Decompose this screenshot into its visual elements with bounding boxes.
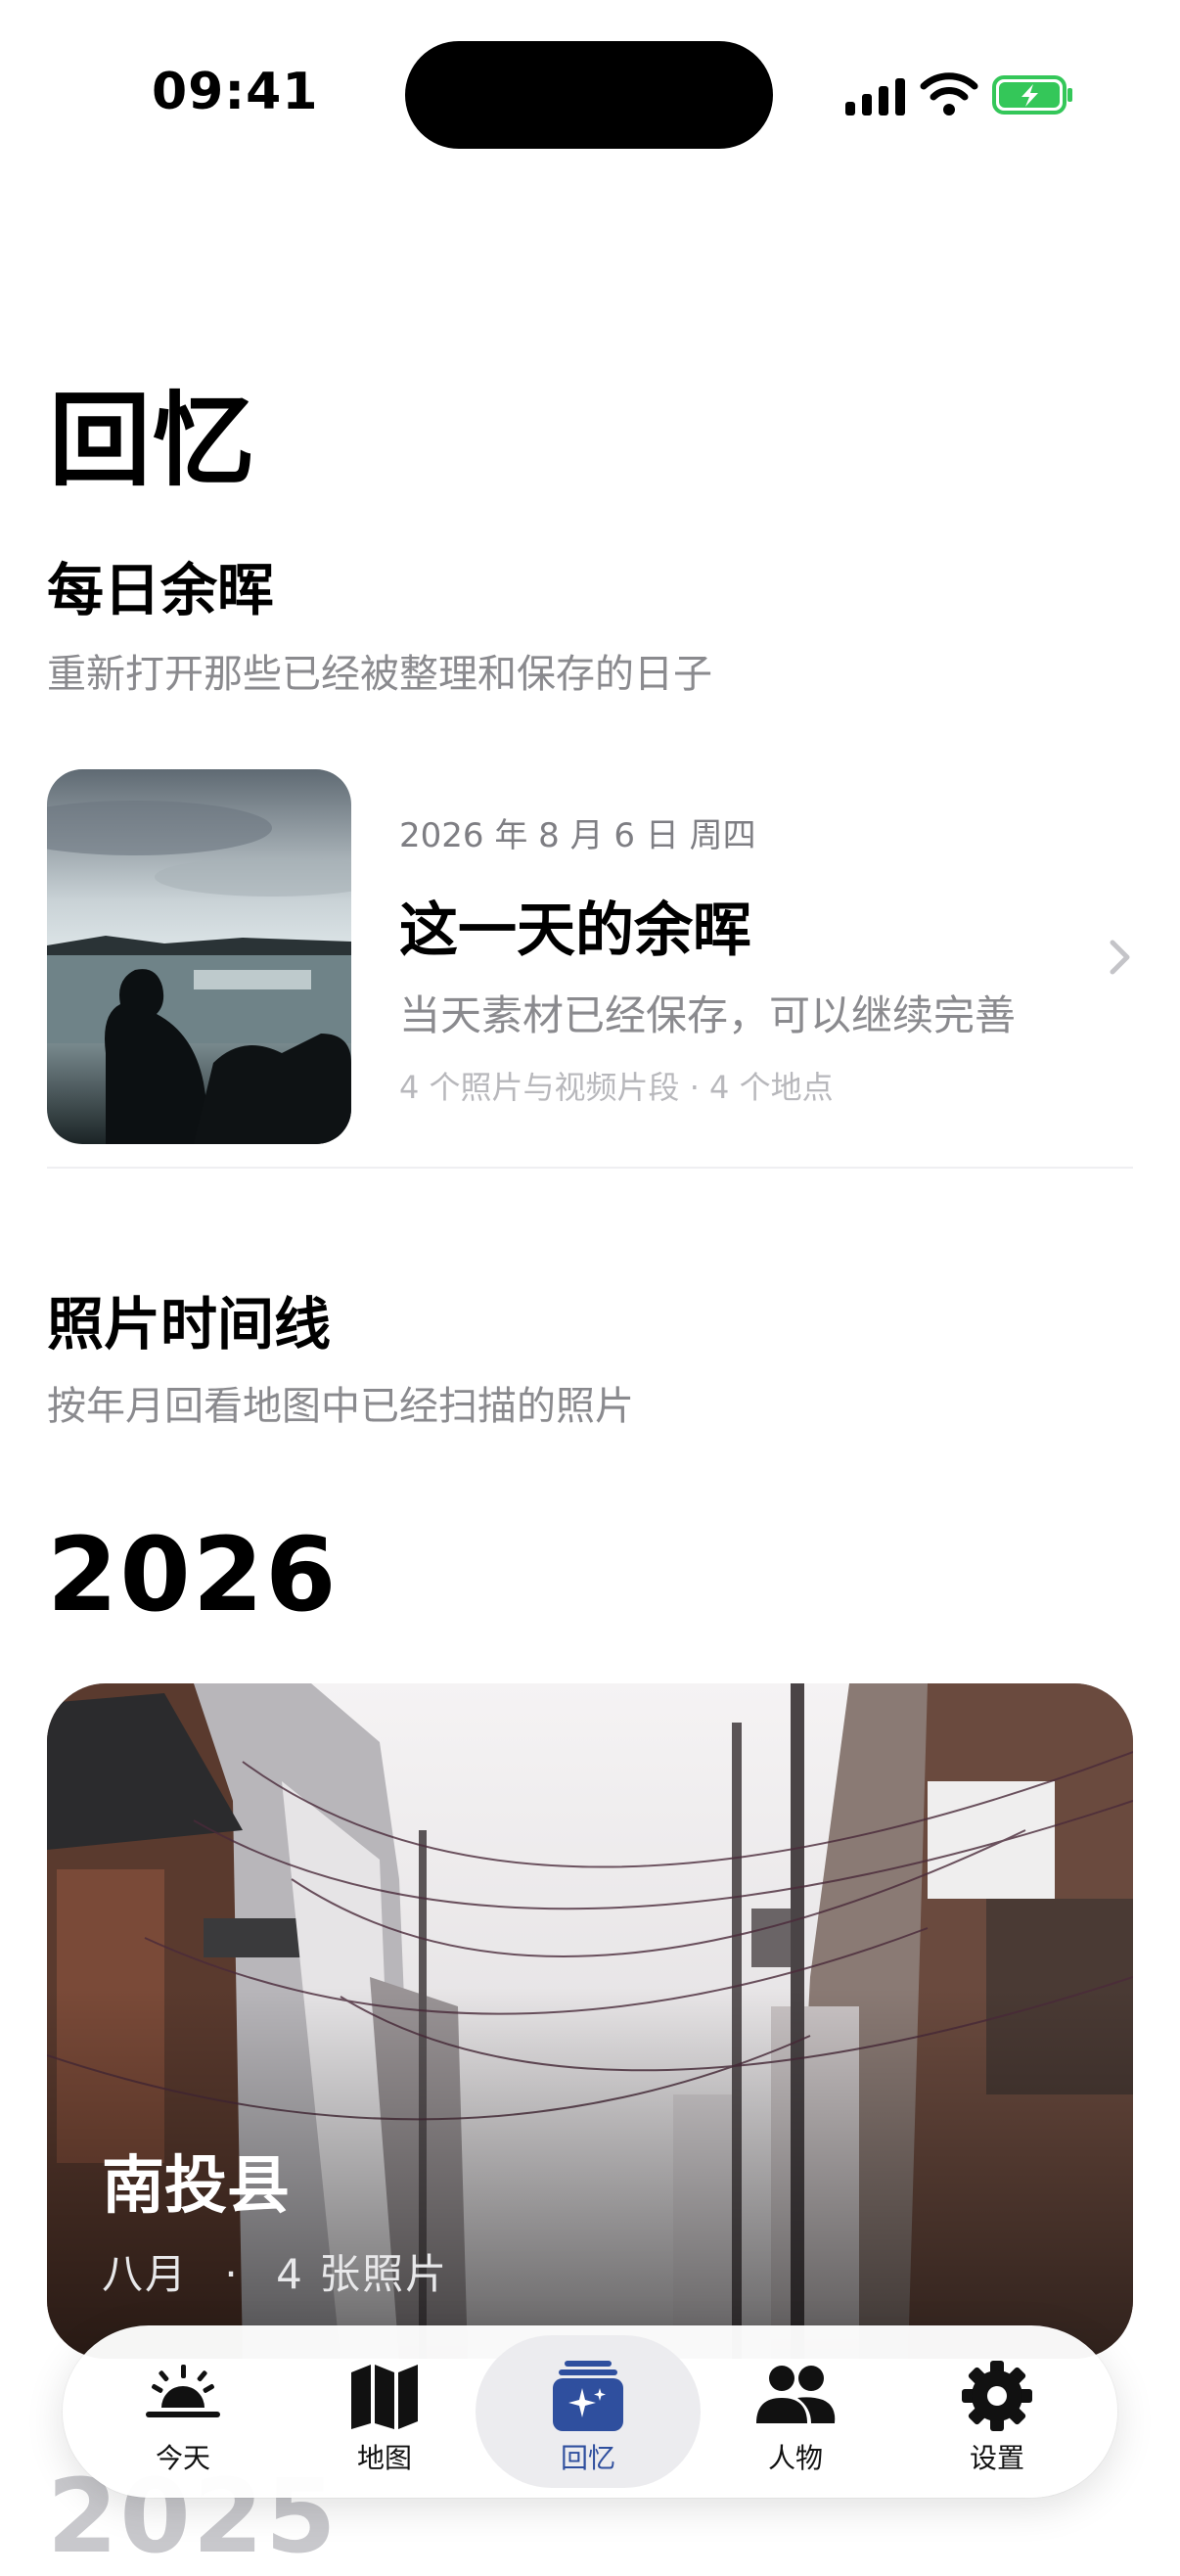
tab-label: 设置 [969, 2442, 1024, 2474]
chevron-right-icon[interactable] [1108, 938, 1133, 977]
tab-label: 今天 [155, 2442, 210, 2474]
card-photo-count: 4 张照片 [276, 2250, 449, 2298]
card-separator: · [224, 2250, 240, 2298]
wifi-icon [920, 72, 978, 115]
recap-thumbnail [47, 769, 351, 1144]
cellular-signal-icon [845, 78, 905, 115]
tab-label: 地图 [356, 2442, 412, 2474]
timeline-section-title: 照片时间线 [47, 1291, 332, 1357]
divider [47, 1167, 1133, 1169]
battery-charging-icon [992, 75, 1072, 115]
tab-memories[interactable]: 回忆 [476, 2325, 701, 2498]
dynamic-island [405, 41, 773, 149]
card-place-title: 南投县 [102, 2150, 290, 2223]
tab-settings[interactable]: 设置 [896, 2325, 1098, 2498]
tab-label: 人物 [767, 2442, 823, 2474]
timeline-section-subtitle: 按年月回看地图中已经扫描的照片 [47, 1384, 634, 1429]
year-heading: 2026 [47, 1515, 339, 1634]
recap-meta: 4 个照片与视频片段 · 4 个地点 [399, 1069, 834, 1106]
tab-bar: 今天 地图 回忆 人物 设置 [63, 2325, 1117, 2498]
tab-map[interactable]: 地图 [284, 2325, 485, 2498]
gear-icon [962, 2361, 1032, 2431]
recap-description: 当天素材已经保存，可以继续完善 [399, 991, 1017, 1039]
recap-title: 这一天的余晖 [399, 897, 751, 965]
tab-people[interactable]: 人物 [695, 2325, 896, 2498]
map-icon [351, 2365, 418, 2429]
card-subtitle: 八月 · 4 张照片 [102, 2241, 448, 2301]
status-time: 09:41 [152, 63, 319, 121]
recap-date: 2026 年 8 月 6 日 周四 [399, 816, 756, 855]
memories-icon [553, 2361, 623, 2431]
tab-label: 回忆 [560, 2442, 615, 2474]
tab-today[interactable]: 今天 [82, 2325, 284, 2498]
card-month: 八月 [102, 2250, 189, 2298]
people-icon [756, 2366, 836, 2423]
daily-section-title: 每日余晖 [47, 557, 275, 623]
sunrise-icon [146, 2365, 220, 2417]
daily-section-subtitle: 重新打开那些已经被整理和保存的日子 [47, 652, 712, 697]
page-title: 回忆 [49, 381, 257, 500]
